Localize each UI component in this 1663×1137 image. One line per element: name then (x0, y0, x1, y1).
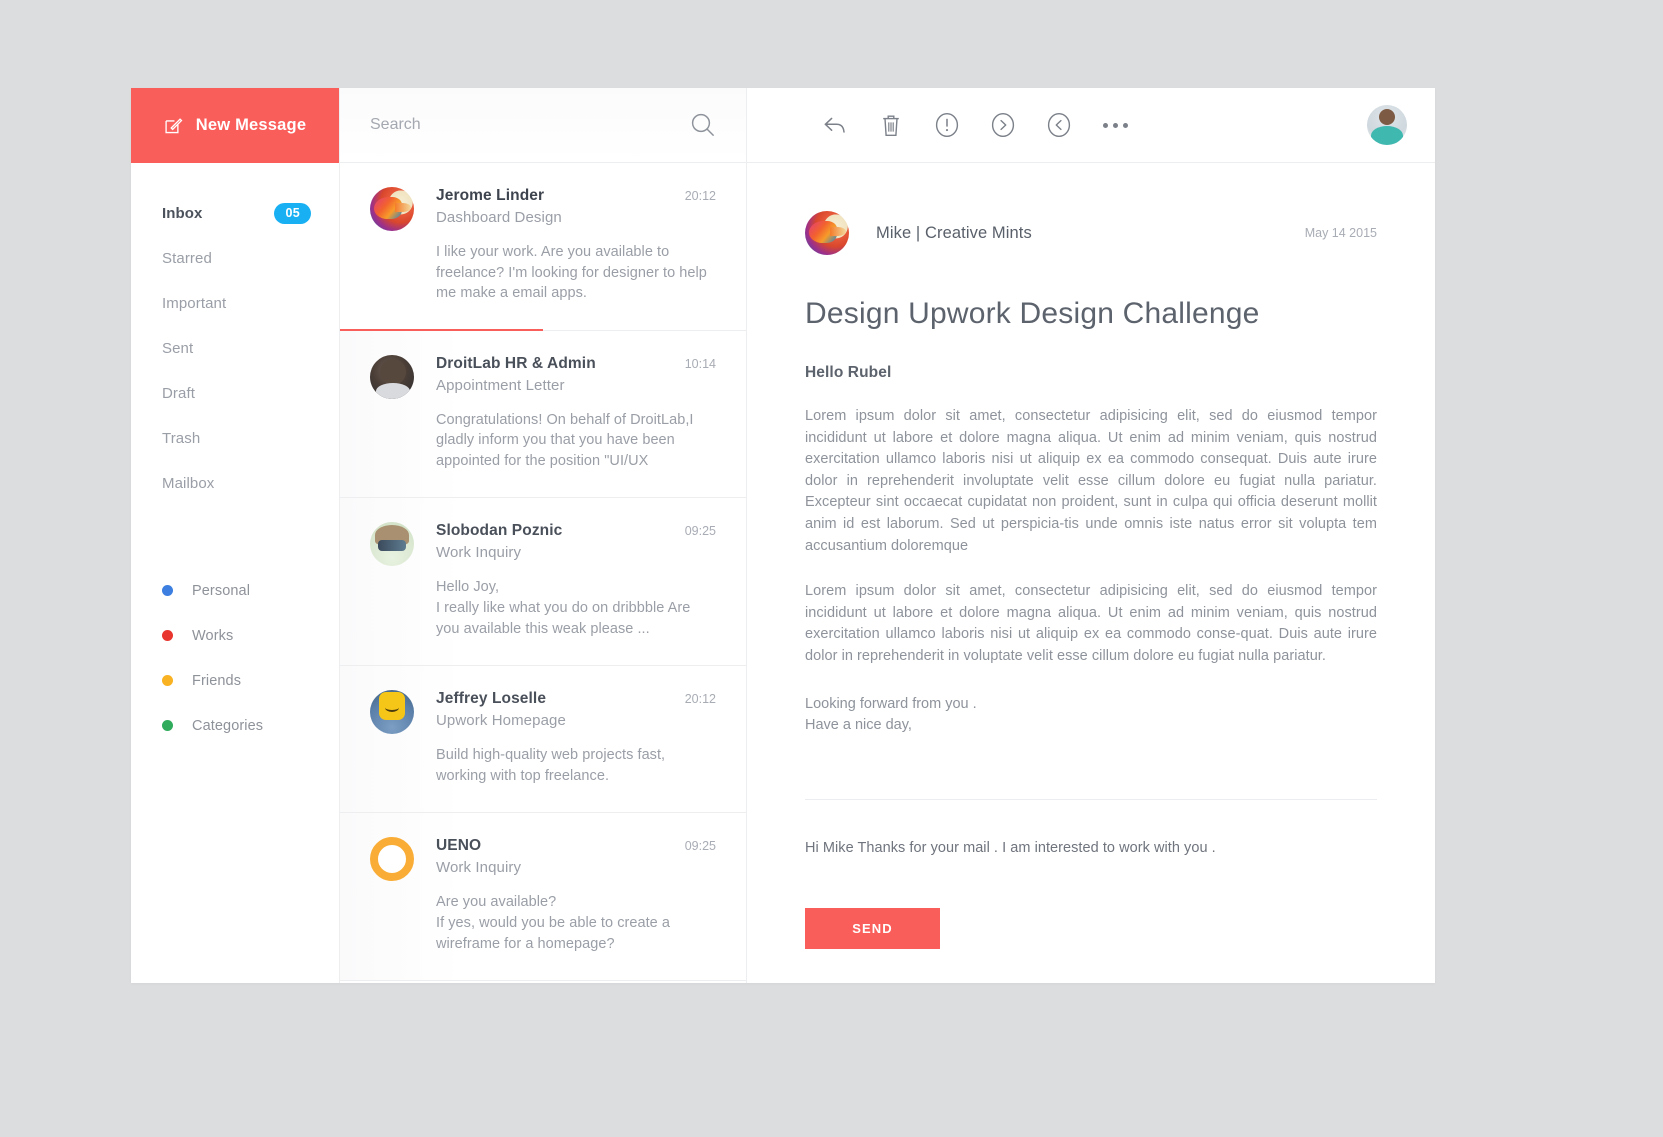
email-snippet: Build high-quality web projects fast, wo… (436, 747, 666, 784)
email-time: 20:12 (684, 692, 716, 707)
message-signoff-line-1: Looking forward from you . (805, 695, 977, 712)
previous-message-button[interactable] (1031, 102, 1087, 148)
send-button[interactable]: SEND (805, 907, 940, 949)
email-snippet: Congratulations! On behalf of DroitLab,I… (436, 411, 694, 469)
message-paragraph: Lorem ipsum dolor sit amet, consectetur … (805, 583, 1377, 664)
folder-nav: Inbox 05 Starred Important Sent Draft Tr… (131, 163, 339, 506)
sidebar-tag-personal[interactable]: Personal (131, 568, 339, 613)
list-item[interactable]: DroitLab HR & Admin 10:14 Appointment Le… (340, 330, 746, 499)
folder-label: Inbox (162, 205, 203, 222)
list-item[interactable]: Jerome Linder 20:12 Dashboard Design I l… (340, 163, 746, 331)
tag-label: Categories (192, 717, 264, 734)
next-message-button[interactable] (975, 102, 1031, 148)
more-options-button[interactable] (1087, 102, 1143, 148)
sidebar-tag-works[interactable]: Works (131, 613, 339, 658)
tag-label: Personal (192, 582, 251, 599)
email-subject: Appointment Letter (436, 376, 565, 394)
email-sender: Slobodan Poznic (436, 522, 563, 540)
mark-spam-button[interactable] (919, 102, 975, 148)
avatar (370, 837, 414, 882)
email-list-column: Jerome Linder 20:12 Dashboard Design I l… (340, 88, 747, 983)
sidebar-item-starred[interactable]: Starred (131, 236, 339, 281)
avatar (805, 211, 849, 255)
email-subject: Dashboard Design (436, 209, 562, 226)
tag-dot-icon (162, 585, 173, 596)
tag-label: Works (192, 627, 234, 644)
reply-icon (824, 117, 845, 133)
sidebar-item-draft[interactable]: Draft (131, 371, 339, 416)
tag-dot-icon (162, 675, 173, 686)
email-time: 09:25 (684, 524, 716, 539)
next-icon (991, 112, 1015, 138)
list-item[interactable]: Jeffrey Loselle 20:12 Upwork Homepage Bu… (340, 666, 746, 814)
email-subject: Work Inquiry (436, 859, 522, 877)
previous-icon (1047, 112, 1071, 138)
avatar (370, 187, 414, 231)
list-item[interactable]: UENO 09:25 Work Inquiry Are you availabl… (340, 813, 746, 982)
search-bar (340, 88, 746, 163)
email-snippet: Are you available? If yes, would you be … (436, 894, 670, 952)
reply-button[interactable] (807, 102, 863, 148)
message-signoff-line-2: Have a nice day, (805, 717, 912, 734)
sidebar: New Message Inbox 05 Starred Important S… (131, 88, 340, 983)
tag-dot-icon (162, 630, 173, 641)
message-header: Mike | Creative Mints May 14 2015 (805, 211, 1377, 255)
tag-label: Friends (192, 672, 242, 689)
inbox-unread-badge: 05 (274, 202, 311, 225)
sidebar-item-mailbox[interactable]: Mailbox (131, 461, 339, 506)
new-message-button[interactable]: New Message (131, 88, 339, 163)
message-subject: Design Upwork Design Challenge (805, 297, 1260, 330)
tag-dot-icon (162, 720, 173, 731)
search-icon[interactable] (690, 112, 716, 138)
folder-label: Sent (162, 340, 194, 357)
reply-text[interactable]: Hi Mike Thanks for your mail . I am inte… (805, 840, 1377, 856)
message-greeting: Hello Rubel (805, 364, 892, 381)
email-time: 10:14 (684, 356, 716, 371)
folder-label: Trash (162, 430, 201, 447)
sidebar-item-inbox[interactable]: Inbox 05 (131, 191, 339, 236)
delete-button[interactable] (863, 102, 919, 148)
sidebar-tag-categories[interactable]: Categories (131, 703, 339, 748)
reply-divider (805, 798, 1377, 800)
email-subject: Work Inquiry (436, 544, 522, 562)
avatar (370, 690, 414, 735)
compose-icon (165, 118, 183, 134)
avatar (370, 522, 414, 567)
detail-toolbar (747, 88, 1435, 163)
message-sender: Mike | Creative Mints (876, 223, 1032, 242)
sidebar-item-sent[interactable]: Sent (131, 326, 339, 371)
trash-icon (883, 115, 899, 136)
tag-list: Personal Works Friends Categories (131, 568, 339, 748)
email-sender: DroitLab HR & Admin (436, 354, 596, 372)
email-detail-column: Mike | Creative Mints May 14 2015 Design… (747, 88, 1435, 983)
message-pane: Mike | Creative Mints May 14 2015 Design… (747, 163, 1435, 983)
more-options-icon (1102, 122, 1128, 128)
search-input[interactable] (370, 116, 690, 134)
sidebar-tag-friends[interactable]: Friends (131, 658, 339, 703)
new-message-label: New Message (195, 116, 307, 134)
email-snippet: Hello Joy, I really like what you do on … (436, 579, 691, 637)
email-snippet: I like your work. Are you available to f… (436, 244, 707, 302)
folder-label: Starred (162, 250, 212, 267)
email-sender: UENO (436, 837, 482, 855)
message-date: May 14 2015 (1304, 226, 1377, 240)
email-list: Jerome Linder 20:12 Dashboard Design I l… (340, 163, 746, 983)
email-app-window: New Message Inbox 05 Starred Important S… (131, 88, 1435, 983)
spam-icon (935, 112, 959, 138)
sidebar-item-trash[interactable]: Trash (131, 416, 339, 461)
email-sender: Jerome Linder (436, 187, 545, 204)
email-subject: Upwork Homepage (436, 712, 566, 730)
folder-label: Draft (162, 385, 196, 402)
sidebar-item-important[interactable]: Important (131, 281, 339, 326)
avatar[interactable] (1367, 105, 1407, 145)
email-sender: Jeffrey Loselle (436, 690, 547, 708)
email-time: 09:25 (684, 839, 716, 854)
avatar (370, 354, 414, 399)
email-time: 20:12 (684, 189, 716, 203)
list-item[interactable]: Slobodan Poznic 09:25 Work Inquiry Hello… (340, 498, 746, 667)
folder-label: Important (162, 295, 227, 312)
folder-label: Mailbox (162, 475, 215, 492)
message-paragraph: Lorem ipsum dolor sit amet, consectetur … (805, 408, 1377, 554)
